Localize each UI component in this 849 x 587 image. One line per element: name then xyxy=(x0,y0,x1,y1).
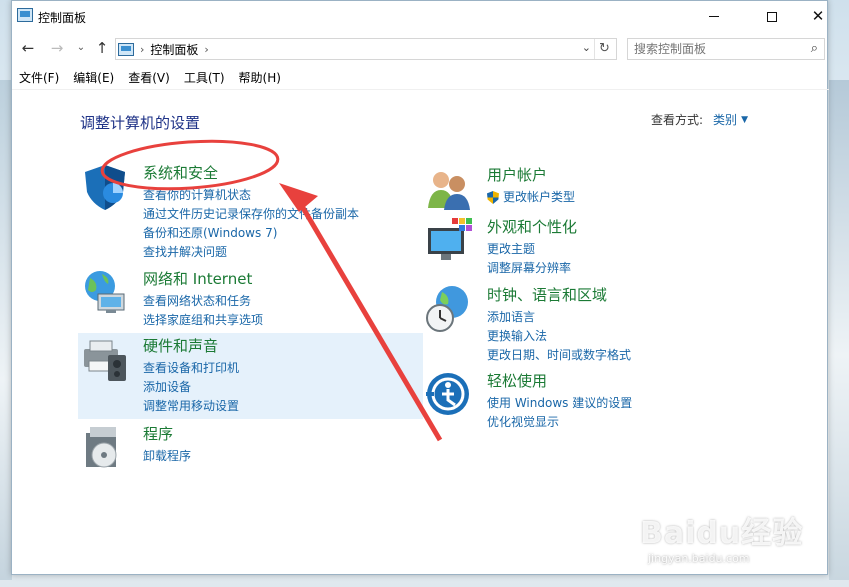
control-panel-window: 控制面板 ✕ ← → ⌄ ↑ › 控制面板 › ⌄ ↻ ⌕ 文件(F) xyxy=(11,0,829,576)
watermark-url: jingyan.baidu.com xyxy=(648,552,750,565)
menu-bar: 文件(F) 编辑(E) 查看(V) 工具(T) 帮助(H) xyxy=(12,67,288,87)
link-recommended-settings[interactable]: 使用 Windows 建议的设置 xyxy=(487,394,632,413)
page-heading: 调整计算机的设置 xyxy=(80,114,201,132)
category-links-network-internet: 查看网络状态和任务 选择家庭组和共享选项 xyxy=(143,292,263,330)
category-title-system-security[interactable]: 系统和安全 xyxy=(143,162,218,183)
link-backup-restore-win7[interactable]: 备份和还原(Windows 7) xyxy=(143,224,359,243)
link-change-account-type-label[interactable]: 更改帐户类型 xyxy=(503,188,575,207)
link-add-language[interactable]: 添加语言 xyxy=(487,308,631,327)
monitor-palette-icon xyxy=(428,218,472,260)
network-globe-icon xyxy=(85,271,125,313)
address-bar[interactable]: › 控制面板 › ⌄ ↻ xyxy=(115,38,617,60)
address-separator-end-chevron-icon[interactable]: › xyxy=(204,43,208,56)
search-box[interactable]: ⌕ xyxy=(627,38,825,60)
back-button[interactable]: ← xyxy=(18,38,38,58)
minimize-button[interactable] xyxy=(691,1,737,32)
link-homegroup-sharing[interactable]: 选择家庭组和共享选项 xyxy=(143,311,263,330)
shield-icon xyxy=(85,165,125,210)
title-bar[interactable]: 控制面板 ✕ xyxy=(12,1,827,32)
category-title-programs[interactable]: 程序 xyxy=(143,423,173,444)
clock-globe-icon xyxy=(426,286,468,332)
link-troubleshoot[interactable]: 查找并解决问题 xyxy=(143,243,359,262)
ease-of-access-icon xyxy=(426,373,469,415)
category-title-clock-language-region[interactable]: 时钟、语言和区域 xyxy=(487,284,607,305)
category-title-network-internet[interactable]: 网络和 Internet xyxy=(143,268,252,289)
search-icon[interactable]: ⌕ xyxy=(811,41,818,56)
content-area: 调整计算机的设置 查看方式: 类别 ▼ 系统和安全 查看你的计算机状态 通过文件… xyxy=(12,89,829,576)
close-button[interactable]: ✕ xyxy=(795,1,841,32)
link-network-status[interactable]: 查看网络状态和任务 xyxy=(143,292,263,311)
window-title: 控制面板 xyxy=(38,11,87,25)
category-title-appearance-personalization[interactable]: 外观和个性化 xyxy=(487,216,577,237)
category-links-user-accounts: 更改帐户类型 xyxy=(487,188,575,207)
uac-shield-icon xyxy=(487,191,499,204)
up-button[interactable]: ↑ xyxy=(92,38,112,58)
forward-button[interactable]: → xyxy=(47,38,67,58)
menu-view[interactable]: 查看(V) xyxy=(121,67,177,87)
view-by-control: 查看方式: 类别 ▼ xyxy=(651,111,748,128)
link-devices-printers[interactable]: 查看设备和打印机 xyxy=(143,359,239,378)
watermark-brand: Baidu经验 xyxy=(640,516,804,551)
close-icon: ✕ xyxy=(811,7,825,25)
minimize-icon xyxy=(709,16,719,17)
link-change-input-method[interactable]: 更换输入法 xyxy=(487,327,631,346)
category-title-user-accounts[interactable]: 用户帐户 xyxy=(487,164,547,185)
link-uninstall-program[interactable]: 卸载程序 xyxy=(143,447,191,466)
category-title-hardware-sound[interactable]: 硬件和声音 xyxy=(143,335,218,356)
link-mobility-settings[interactable]: 调整常用移动设置 xyxy=(143,397,239,416)
category-links-hardware-sound: 查看设备和打印机 添加设备 调整常用移动设置 xyxy=(143,359,239,416)
link-view-computer-status[interactable]: 查看你的计算机状态 xyxy=(143,186,359,205)
category-title-ease-of-access[interactable]: 轻松使用 xyxy=(487,370,547,391)
link-date-time-format[interactable]: 更改日期、时间或数字格式 xyxy=(487,346,631,365)
address-separator-chevron-icon[interactable]: › xyxy=(140,43,144,56)
address-dropdown-chevron-icon[interactable]: ⌄ xyxy=(582,41,591,54)
menu-file[interactable]: 文件(F) xyxy=(12,67,66,87)
address-control-panel-icon xyxy=(118,42,134,56)
user-accounts-icon xyxy=(428,172,470,210)
category-links-ease-of-access: 使用 Windows 建议的设置 优化视觉显示 xyxy=(487,394,632,432)
menu-edit[interactable]: 编辑(E) xyxy=(66,67,121,87)
refresh-icon[interactable]: ↻ xyxy=(594,39,614,59)
search-input[interactable] xyxy=(634,42,799,56)
link-change-theme[interactable]: 更改主题 xyxy=(487,240,571,259)
navigation-bar: ← → ⌄ ↑ › 控制面板 › ⌄ ↻ ⌕ xyxy=(12,34,829,62)
category-links-programs: 卸载程序 xyxy=(143,447,191,466)
link-add-device[interactable]: 添加设备 xyxy=(143,378,239,397)
category-links-appearance-personalization: 更改主题 调整屏幕分辨率 xyxy=(487,240,571,278)
desktop-background-right xyxy=(829,80,849,580)
maximize-button[interactable] xyxy=(749,1,795,32)
link-optimize-visual-display[interactable]: 优化视觉显示 xyxy=(487,413,632,432)
maximize-icon xyxy=(767,11,777,22)
view-by-dropdown[interactable]: 类别 xyxy=(713,111,737,128)
menu-tools[interactable]: 工具(T) xyxy=(177,67,232,87)
recent-locations-chevron-icon[interactable]: ⌄ xyxy=(71,38,91,58)
link-change-account-type[interactable]: 更改帐户类型 xyxy=(487,188,575,207)
link-screen-resolution[interactable]: 调整屏幕分辨率 xyxy=(487,259,571,278)
view-by-label: 查看方式: xyxy=(651,113,704,127)
link-file-history-backup[interactable]: 通过文件历史记录保存你的文件备份副本 xyxy=(143,205,359,224)
address-path-control-panel[interactable]: 控制面板 xyxy=(150,41,198,58)
programs-disc-icon xyxy=(86,427,117,468)
control-panel-app-icon xyxy=(17,8,33,22)
menu-help[interactable]: 帮助(H) xyxy=(232,67,288,87)
baidu-jingyan-watermark: Baidu经验 jingyan.baidu.com xyxy=(640,508,803,565)
category-links-clock-language-region: 添加语言 更换输入法 更改日期、时间或数字格式 xyxy=(487,308,631,365)
category-links-system-security: 查看你的计算机状态 通过文件历史记录保存你的文件备份副本 备份和还原(Windo… xyxy=(143,186,359,262)
printer-speaker-icon xyxy=(84,340,126,381)
view-by-caret-icon[interactable]: ▼ xyxy=(741,115,748,125)
